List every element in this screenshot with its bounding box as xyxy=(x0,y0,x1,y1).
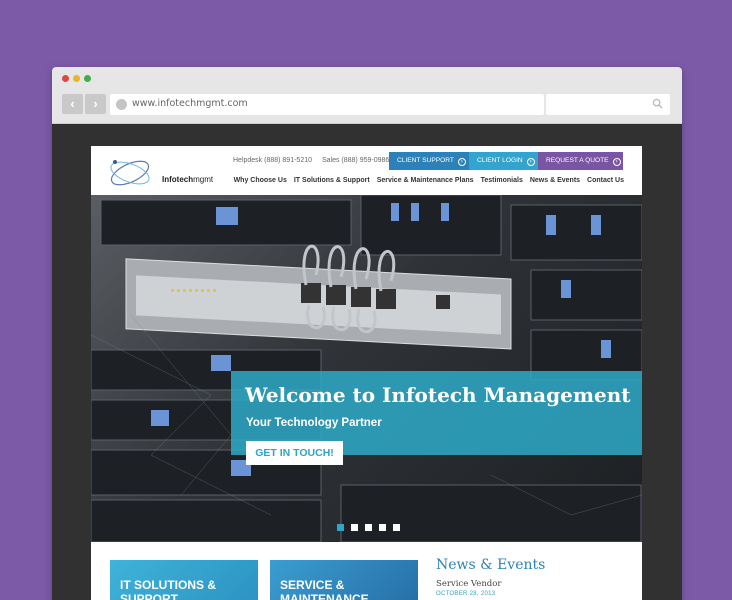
site-header: Infotechmgmt Helpdesk (888) 891-5210 Sal… xyxy=(91,146,642,195)
slide-dot-5[interactable] xyxy=(393,524,400,531)
tile-service-maintenance[interactable]: SERVICE & MAINTENANCE xyxy=(270,560,418,600)
browser-window: ‹ › www.infotechmgmt.com Infotechmgmt He… xyxy=(52,67,682,600)
slide-dot-3[interactable] xyxy=(365,524,372,531)
arrow-right-icon: › xyxy=(612,158,621,166)
slider-dots xyxy=(337,524,400,531)
contact-phones: Helpdesk (888) 891-5210 Sales (888) 959-… xyxy=(233,157,397,164)
arrow-right-icon: › xyxy=(457,158,466,166)
server-rack-image xyxy=(91,195,642,542)
sales-phone[interactable]: Sales (888) 959-0986 xyxy=(322,157,389,164)
arrow-right-icon: › xyxy=(526,158,535,166)
nav-news-events[interactable]: News & Events xyxy=(530,177,580,184)
browser-chrome: ‹ › www.infotechmgmt.com xyxy=(52,67,682,124)
slide-dot-2[interactable] xyxy=(351,524,358,531)
hero-subtitle: Your Technology Partner xyxy=(246,417,382,429)
address-bar[interactable]: www.infotechmgmt.com xyxy=(110,94,544,115)
nav-why-choose-us[interactable]: Why Choose Us xyxy=(234,177,287,184)
nav-service-plans[interactable]: Service & Maintenance Plans xyxy=(377,177,474,184)
orbit-logo-icon xyxy=(110,160,150,186)
logo-text: Infotechmgmt xyxy=(162,175,214,184)
client-login-button[interactable]: CLIENT LOGIN › xyxy=(469,152,538,170)
news-item-title[interactable]: Service Vendor xyxy=(436,579,545,589)
tile-it-solutions[interactable]: IT SOLUTIONS & SUPPORT xyxy=(110,560,258,600)
slide-dot-4[interactable] xyxy=(379,524,386,531)
client-support-label: CLIENT SUPPORT xyxy=(397,157,454,164)
helpdesk-phone[interactable]: Helpdesk (888) 891-5210 xyxy=(233,157,312,164)
get-in-touch-button[interactable]: GET IN TOUCH! xyxy=(246,441,343,465)
nav-contact-us[interactable]: Contact Us xyxy=(587,177,624,184)
maximize-window-dot[interactable] xyxy=(84,75,91,82)
client-support-button[interactable]: CLIENT SUPPORT › xyxy=(389,152,469,170)
hero-title: Welcome to Infotech Management xyxy=(245,383,631,407)
content-section: IT SOLUTIONS & SUPPORT SERVICE & MAINTEN… xyxy=(91,542,642,600)
back-button[interactable]: ‹ xyxy=(62,94,83,114)
request-quote-label: REQUEST A QUOTE xyxy=(546,157,609,164)
nav-it-solutions[interactable]: IT Solutions & Support xyxy=(294,177,370,184)
slide-dot-1[interactable] xyxy=(337,524,344,531)
globe-icon xyxy=(116,99,127,110)
chevron-right-icon: › xyxy=(93,96,98,111)
site-logo[interactable]: Infotechmgmt xyxy=(106,153,216,191)
news-item-date: OCTOBER 28, 2013 xyxy=(436,591,496,597)
news-heading: News & Events xyxy=(436,557,546,573)
url-text: www.infotechmgmt.com xyxy=(132,98,248,109)
minimize-window-dot[interactable] xyxy=(73,75,80,82)
news-events-panel: News & Events Service Vendor OCTOBER 28,… xyxy=(436,557,545,597)
client-login-label: CLIENT LOGIN xyxy=(477,157,523,164)
browser-search-input[interactable] xyxy=(546,94,670,115)
close-window-dot[interactable] xyxy=(62,75,69,82)
search-icon xyxy=(652,98,663,109)
nav-testimonials[interactable]: Testimonials xyxy=(481,177,523,184)
browser-viewport: Infotechmgmt Helpdesk (888) 891-5210 Sal… xyxy=(52,125,682,600)
chevron-left-icon: ‹ xyxy=(70,96,75,111)
forward-button[interactable]: › xyxy=(85,94,106,114)
request-quote-button[interactable]: REQUEST A QUOTE › xyxy=(538,152,623,170)
main-nav: Why Choose Us IT Solutions & Support Ser… xyxy=(234,177,624,184)
website-page: Infotechmgmt Helpdesk (888) 891-5210 Sal… xyxy=(91,146,642,600)
hero-slider: Welcome to Infotech Management Your Tech… xyxy=(91,195,642,542)
